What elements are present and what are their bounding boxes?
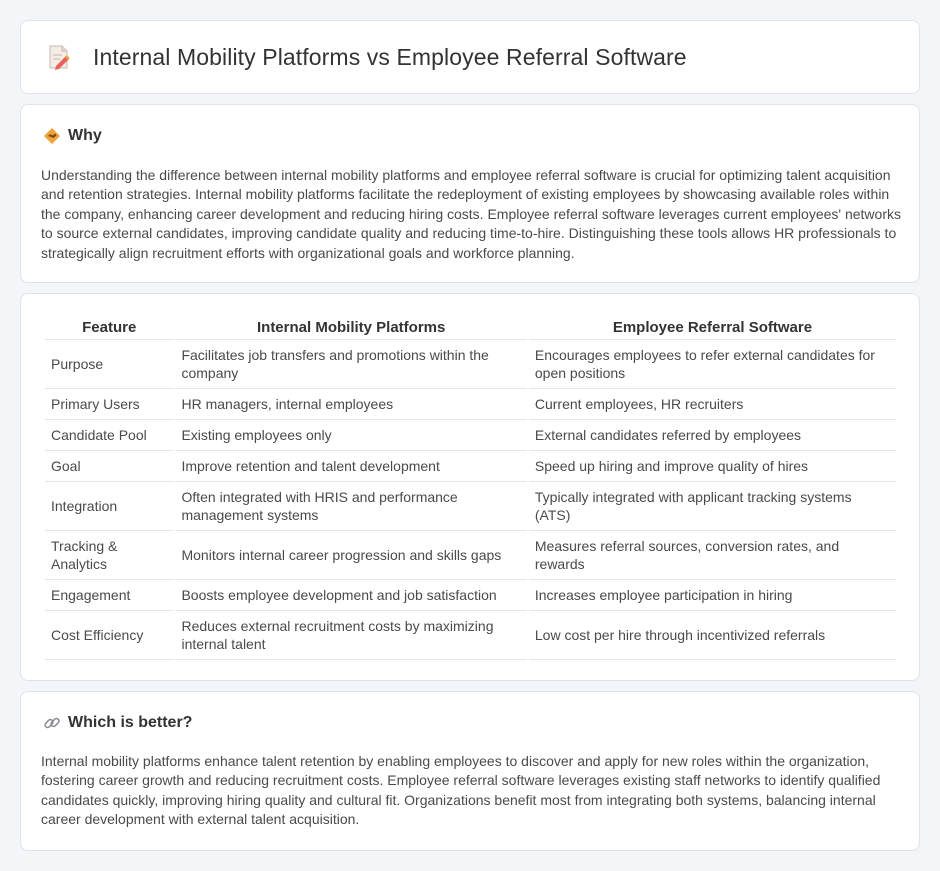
internal-mobility-cell: Reduces external recruitment costs by ma… [175,611,527,660]
feature-cell: Purpose [45,340,174,389]
table-row: Integration Often integrated with HRIS a… [45,482,896,531]
better-heading: Which is better? [68,714,193,731]
comparison-section: Feature Internal Mobility Platforms Empl… [20,293,920,681]
table-header-row: Feature Internal Mobility Platforms Empl… [45,316,896,340]
feature-cell: Goal [45,451,174,482]
employee-referral-cell: Current employees, HR recruiters [528,389,896,420]
title-card: Internal Mobility Platforms vs Employee … [20,20,920,94]
employee-referral-cell: Increases employee participation in hiri… [528,580,896,611]
header-feature: Feature [45,316,174,340]
comparison-table: Feature Internal Mobility Platforms Empl… [43,316,898,660]
internal-mobility-cell: Existing employees only [175,420,527,451]
header-employee-referral: Employee Referral Software [528,316,896,340]
why-paragraph: Understanding the difference between int… [41,167,901,261]
feature-cell: Integration [45,482,174,531]
why-heading: Why [68,127,102,144]
better-header: Which is better? [43,714,192,732]
table-row: Primary Users HR managers, internal empl… [45,389,896,420]
internal-mobility-cell: Often integrated with HRIS and performan… [175,482,527,531]
link-icon [44,717,60,729]
which-is-better-section: Which is better? Internal mobility platf… [20,691,920,851]
table-row: Purpose Facilitates job transfers and pr… [45,340,896,389]
internal-mobility-cell: Boosts employee development and job sati… [175,580,527,611]
table-row: Engagement Boosts employee development a… [45,580,896,611]
internal-mobility-cell: HR managers, internal employees [175,389,527,420]
table-row: Candidate Pool Existing employees only E… [45,420,896,451]
internal-mobility-cell: Improve retention and talent development [175,451,527,482]
table-row: Tracking & Analytics Monitors internal c… [45,531,896,580]
handshake-icon [44,128,60,144]
feature-cell: Primary Users [45,389,174,420]
why-header: Why [43,127,102,145]
feature-cell: Cost Efficiency [45,611,174,660]
employee-referral-cell: External candidates referred by employee… [528,420,896,451]
feature-cell: Engagement [45,580,174,611]
better-paragraph: Internal mobility platforms enhance tale… [41,753,881,828]
table-row: Goal Improve retention and talent develo… [45,451,896,482]
internal-mobility-cell: Monitors internal career progression and… [175,531,527,580]
employee-referral-cell: Low cost per hire through incentivized r… [528,611,896,660]
feature-cell: Tracking & Analytics [45,531,174,580]
title-row: Internal Mobility Platforms vs Employee … [47,43,687,71]
why-section: Why Understanding the difference between… [20,104,920,283]
header-internal-mobility: Internal Mobility Platforms [175,316,527,340]
employee-referral-cell: Typically integrated with applicant trac… [528,482,896,531]
document-pencil-icon [49,45,70,70]
page-title: Internal Mobility Platforms vs Employee … [93,43,687,70]
feature-cell: Candidate Pool [45,420,174,451]
table-row: Cost Efficiency Reduces external recruit… [45,611,896,660]
employee-referral-cell: Encourages employees to refer external c… [528,340,896,389]
employee-referral-cell: Speed up hiring and improve quality of h… [528,451,896,482]
internal-mobility-cell: Facilitates job transfers and promotions… [175,340,527,389]
employee-referral-cell: Measures referral sources, conversion ra… [528,531,896,580]
